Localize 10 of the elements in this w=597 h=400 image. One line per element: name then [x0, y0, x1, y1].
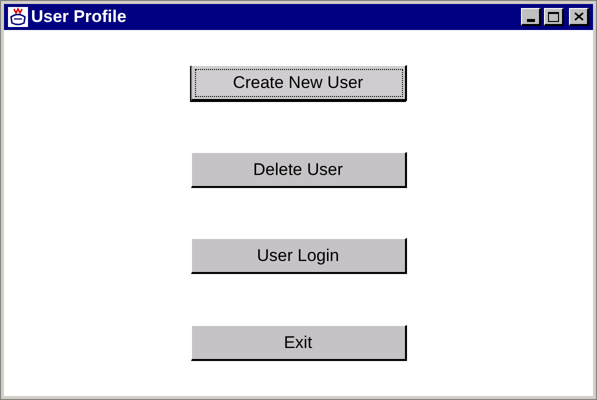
- close-button[interactable]: [569, 8, 589, 26]
- window-title: User Profile: [31, 6, 128, 28]
- app-icon: [8, 7, 28, 27]
- maximize-button[interactable]: [544, 8, 564, 26]
- minimize-button[interactable]: [521, 8, 541, 26]
- action-button[interactable]: Delete User: [190, 152, 406, 188]
- action-button[interactable]: Create New User: [190, 65, 406, 102]
- action-button[interactable]: Exit: [190, 324, 406, 361]
- close-icon: [574, 12, 584, 21]
- action-button[interactable]: User Login: [190, 238, 406, 274]
